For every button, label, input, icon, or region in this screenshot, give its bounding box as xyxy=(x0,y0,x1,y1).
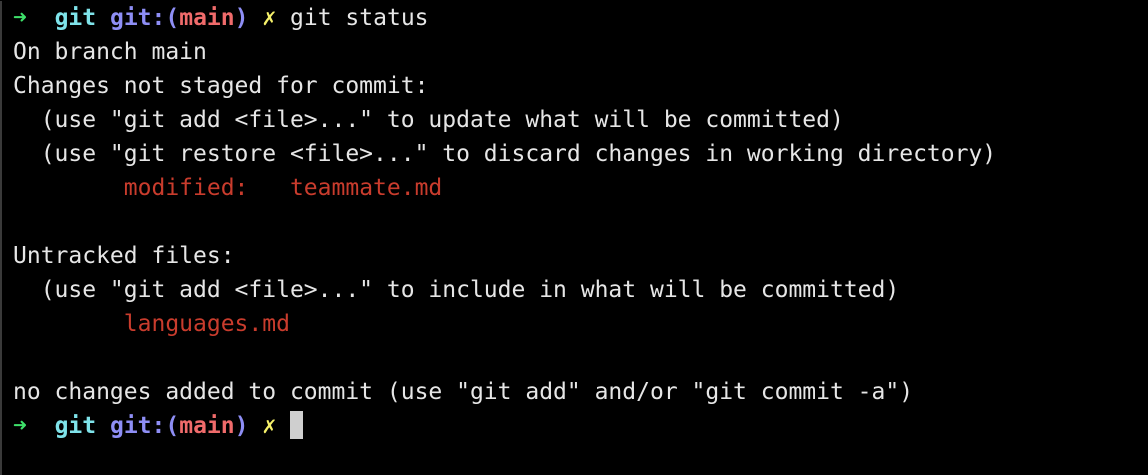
output-line-hint-include: (use "git add <file>..." to include in w… xyxy=(13,277,900,303)
prompt-branch-suffix: ) xyxy=(234,5,249,31)
output-blank-line-1 xyxy=(13,205,1148,239)
output-line-changes-header: Changes not staged for commit: xyxy=(13,73,429,99)
output-line-untracked-file: languages.md xyxy=(13,307,1148,341)
prompt-branch-prefix: git:( xyxy=(109,5,180,31)
prompt-branch-name: main xyxy=(179,413,235,439)
entered-command: git status xyxy=(290,5,429,31)
output-line-branch: On branch main xyxy=(13,39,207,65)
output-line-hint-add: (use "git add <file>..." to update what … xyxy=(13,107,844,133)
output-line-summary: no changes added to commit (use "git add… xyxy=(13,379,914,405)
prompt-line-1: ➜ git git:(main) ✗ git status xyxy=(13,1,1148,35)
prompt-arrow-icon: ➜ xyxy=(13,5,27,31)
terminal-window[interactable]: ➜ git git:(main) ✗ git status On branch … xyxy=(0,1,1148,475)
dirty-mark-icon: ✗ xyxy=(262,413,277,439)
prompt-branch-name: main xyxy=(179,5,235,31)
untracked-file: languages.md xyxy=(123,311,290,337)
output-line-untracked-header: Untracked files: xyxy=(13,243,235,269)
modified-file: teammate.md xyxy=(289,175,443,201)
prompt-branch-prefix: git:( xyxy=(109,413,180,439)
output-line-modified: modified: teammate.md xyxy=(13,171,1148,205)
prompt-line-2[interactable]: ➜ git git:(main) ✗ xyxy=(13,409,1148,443)
modified-label: modified: xyxy=(123,175,249,201)
output-blank-line-2 xyxy=(13,341,1148,375)
prompt-arrow-icon: ➜ xyxy=(13,413,27,439)
text-cursor[interactable] xyxy=(290,410,304,439)
prompt-directory: git xyxy=(54,5,97,31)
output-line-hint-restore: (use "git restore <file>..." to discard … xyxy=(13,141,997,167)
dirty-mark-icon: ✗ xyxy=(262,5,277,31)
prompt-directory: git xyxy=(54,413,97,439)
prompt-branch-suffix: ) xyxy=(234,413,249,439)
